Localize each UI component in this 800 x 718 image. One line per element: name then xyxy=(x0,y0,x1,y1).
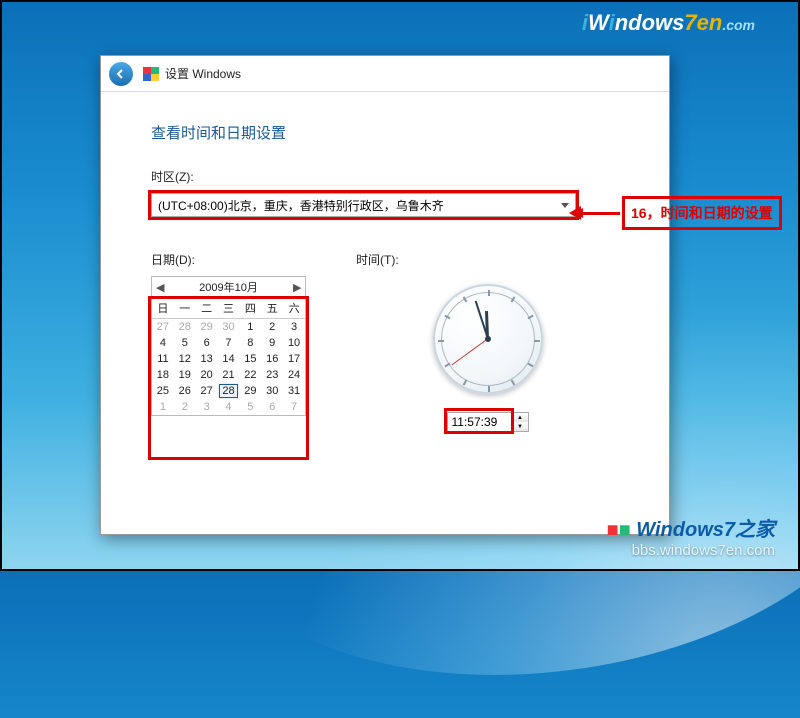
back-button[interactable] xyxy=(109,62,133,86)
calendar-day[interactable]: 25 xyxy=(152,383,174,399)
calendar-day[interactable]: 27 xyxy=(196,383,218,399)
time-value: 11:57:39 xyxy=(452,415,498,429)
clock-tick xyxy=(527,315,533,320)
clock-tick xyxy=(462,379,467,385)
clock-tick xyxy=(527,363,533,368)
calendar-day[interactable]: 9 xyxy=(261,335,283,351)
calendar-day[interactable]: 20 xyxy=(196,367,218,383)
page-title: 查看时间和日期设置 xyxy=(151,122,619,143)
calendar-day[interactable]: 15 xyxy=(239,351,261,367)
clock-tick xyxy=(444,363,450,368)
calendar-dow: 日 xyxy=(152,297,174,319)
time-label: 时间(T): xyxy=(356,251,619,268)
setup-dialog: 设置 Windows 查看时间和日期设置 时区(Z): (UTC+08:00)北… xyxy=(100,55,670,535)
timezone-value: (UTC+08:00)北京，重庆，香港特别行政区，乌鲁木齐 xyxy=(158,197,444,214)
calendar-day[interactable]: 8 xyxy=(239,335,261,351)
calendar-day[interactable]: 24 xyxy=(283,367,305,383)
clock-center-dot xyxy=(485,336,491,342)
calendar-day[interactable]: 30 xyxy=(261,383,283,399)
date-label: 日期(D): xyxy=(151,251,306,268)
time-spinner: ▲ ▼ xyxy=(513,412,529,432)
top-watermark: iWindows7en.com xyxy=(582,10,755,36)
calendar-day[interactable]: 16 xyxy=(261,351,283,367)
clock-tick xyxy=(510,379,515,385)
clock-tick xyxy=(462,296,467,302)
calendar-dow: 三 xyxy=(218,297,240,319)
calendar-dow: 二 xyxy=(196,297,218,319)
calendar-dow: 四 xyxy=(239,297,261,319)
back-arrow-icon xyxy=(115,68,127,80)
calendar-day[interactable]: 7 xyxy=(283,399,305,415)
calendar-dow: 一 xyxy=(174,297,196,319)
calendar-dow: 六 xyxy=(283,297,305,319)
calendar-day[interactable]: 28 xyxy=(218,383,240,399)
calendar-day[interactable]: 3 xyxy=(283,319,305,335)
calendar-day[interactable]: 18 xyxy=(152,367,174,383)
calendar-day[interactable]: 6 xyxy=(196,335,218,351)
timezone-select[interactable]: (UTC+08:00)北京，重庆，香港特别行政区，乌鲁木齐 xyxy=(151,193,576,217)
clock-tick xyxy=(488,386,490,392)
calendar-day[interactable]: 29 xyxy=(196,319,218,335)
calendar: ◀ 2009年10月 ▶ 日一二三四五六 2728293012345678910… xyxy=(151,276,306,416)
titlebar: 设置 Windows xyxy=(101,56,669,92)
time-spinner-down[interactable]: ▼ xyxy=(513,422,528,431)
calendar-day[interactable]: 7 xyxy=(218,335,240,351)
calendar-next-button[interactable]: ▶ xyxy=(293,281,301,294)
calendar-day[interactable]: 1 xyxy=(152,399,174,415)
clock-tick xyxy=(510,296,515,302)
annotation-text: 16，时间和日期的设置 xyxy=(622,196,782,230)
calendar-day[interactable]: 21 xyxy=(218,367,240,383)
window-title: 设置 Windows xyxy=(165,65,241,82)
calendar-day[interactable]: 17 xyxy=(283,351,305,367)
calendar-month-title[interactable]: 2009年10月 xyxy=(199,279,258,295)
calendar-day[interactable]: 5 xyxy=(174,335,196,351)
watermark-url: bbs.windows7en.com xyxy=(607,542,775,559)
calendar-day[interactable]: 12 xyxy=(174,351,196,367)
timezone-label: 时区(Z): xyxy=(151,168,619,185)
calendar-day[interactable]: 14 xyxy=(218,351,240,367)
clock-tick xyxy=(534,340,540,342)
annotation-callout: 16，时间和日期的设置 xyxy=(580,196,782,230)
calendar-day[interactable]: 4 xyxy=(152,335,174,351)
calendar-day[interactable]: 31 xyxy=(283,383,305,399)
calendar-day[interactable]: 29 xyxy=(239,383,261,399)
calendar-day[interactable]: 1 xyxy=(239,319,261,335)
analog-clock xyxy=(433,284,543,394)
calendar-day[interactable]: 22 xyxy=(239,367,261,383)
bottom-watermark: ■■ Windows7之家 bbs.windows7en.com xyxy=(607,513,775,559)
calendar-day[interactable]: 19 xyxy=(174,367,196,383)
clock-tick xyxy=(438,340,444,342)
calendar-day[interactable]: 27 xyxy=(152,319,174,335)
calendar-day[interactable]: 3 xyxy=(196,399,218,415)
calendar-day[interactable]: 10 xyxy=(283,335,305,351)
time-input[interactable]: 11:57:39 xyxy=(447,412,513,432)
calendar-day[interactable]: 2 xyxy=(261,319,283,335)
calendar-prev-button[interactable]: ◀ xyxy=(156,281,164,294)
calendar-day[interactable]: 11 xyxy=(152,351,174,367)
calendar-day[interactable]: 2 xyxy=(174,399,196,415)
clock-second-hand xyxy=(452,339,488,366)
calendar-day[interactable]: 26 xyxy=(174,383,196,399)
calendar-day[interactable]: 4 xyxy=(218,399,240,415)
calendar-day[interactable]: 28 xyxy=(174,319,196,335)
calendar-day[interactable]: 6 xyxy=(261,399,283,415)
calendar-day[interactable]: 13 xyxy=(196,351,218,367)
calendar-dow: 五 xyxy=(261,297,283,319)
time-spinner-up[interactable]: ▲ xyxy=(513,413,528,422)
calendar-day[interactable]: 23 xyxy=(261,367,283,383)
clock-tick xyxy=(444,315,450,320)
clock-tick xyxy=(488,290,490,296)
calendar-day[interactable]: 30 xyxy=(218,319,240,335)
calendar-day[interactable]: 5 xyxy=(239,399,261,415)
windows-flag-icon xyxy=(143,67,159,81)
